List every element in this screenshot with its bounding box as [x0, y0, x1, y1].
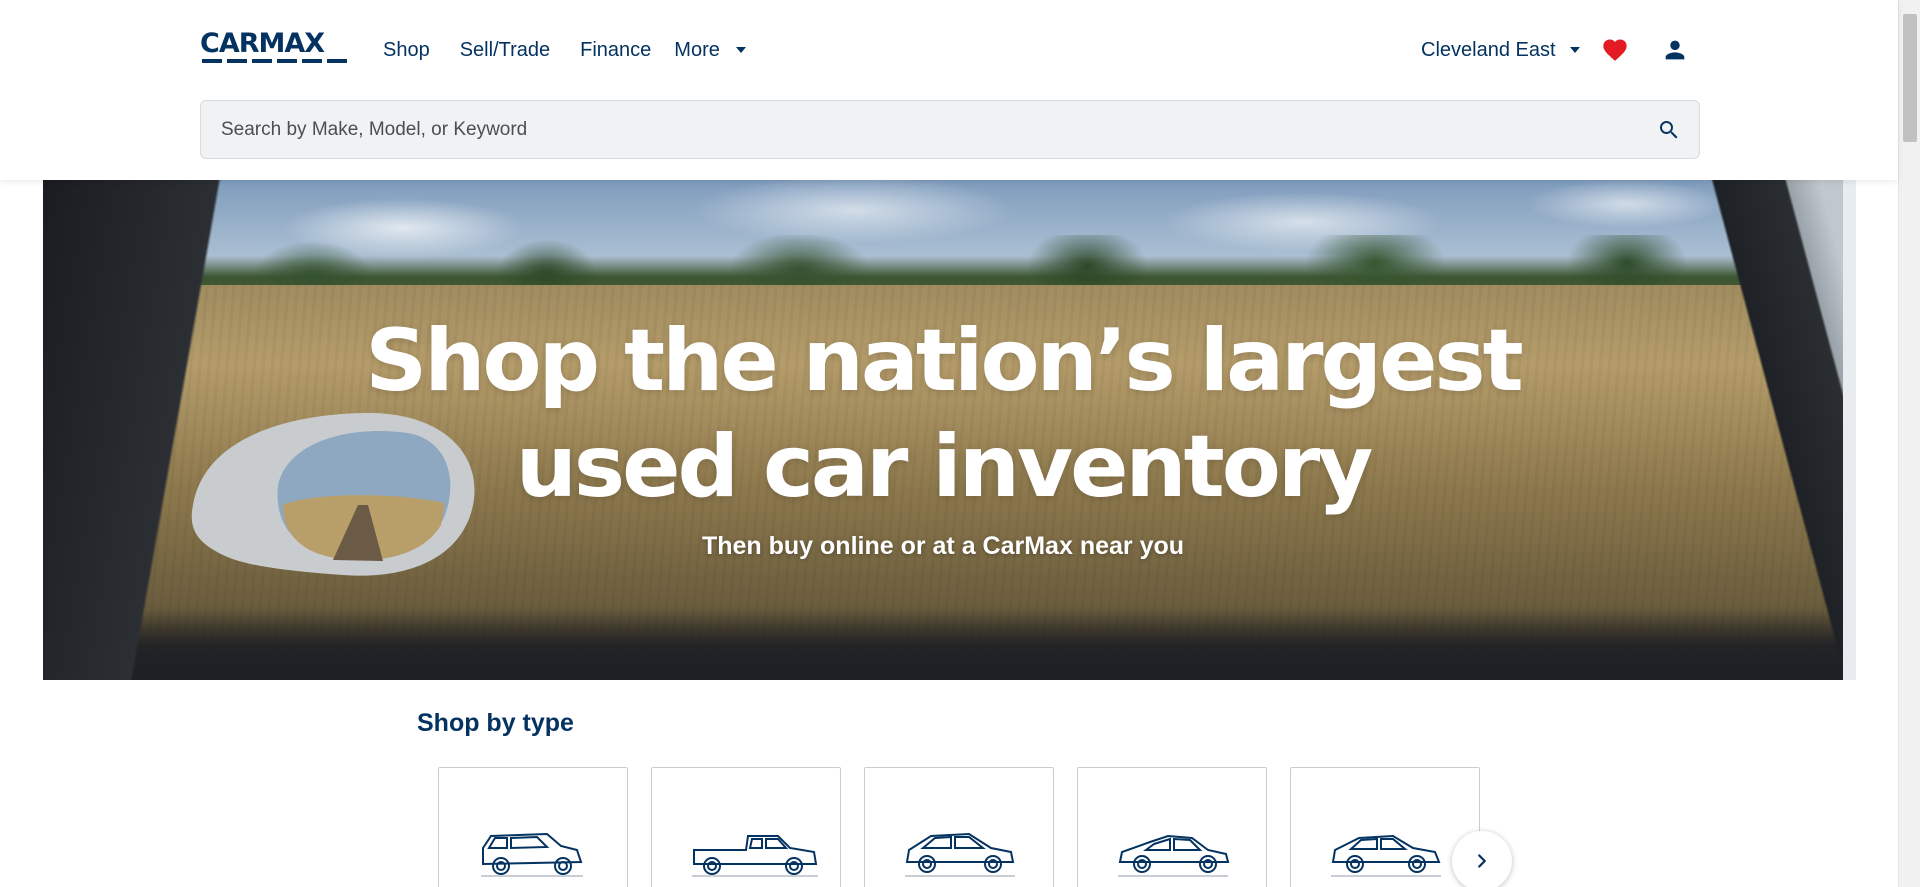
scrollbar-thumb[interactable] [1903, 14, 1917, 142]
hero-banner: Shop the nation’s largest used car inven… [43, 180, 1843, 680]
site-header: CARMAX Shop Sell/Trade Finance More Clev… [0, 0, 1898, 180]
nav-more-label: More [674, 39, 720, 61]
search-input[interactable] [221, 101, 1621, 158]
caret-down-icon [1569, 47, 1580, 53]
hero-title-line-1: Shop the nation’s largest [365, 311, 1523, 411]
store-name: Cleveland East [1421, 39, 1556, 61]
chevron-right-icon [1478, 854, 1486, 868]
hero-title-line-2: used car inventory [515, 417, 1374, 517]
vehicle-type-carousel [438, 767, 1480, 887]
type-card-sedan[interactable] [1077, 767, 1267, 887]
hatchback-icon [1331, 834, 1441, 877]
hero-title: Shop the nation’s largest used car inven… [43, 308, 1843, 520]
hero-subtitle: Then buy online or at a CarMax near you [701, 532, 1185, 560]
suv-icon [481, 832, 583, 877]
page-scrollbar[interactable] [1898, 0, 1920, 887]
truck-icon [692, 835, 818, 877]
type-card-hatchback[interactable] [1290, 767, 1480, 887]
user-icon[interactable] [1661, 36, 1689, 64]
type-card-crossover[interactable] [864, 767, 1054, 887]
main-nav: Shop Sell/Trade Finance More [383, 37, 776, 63]
logo-wordmark: CARMAX [200, 28, 325, 59]
nav-finance[interactable]: Finance [580, 37, 651, 63]
carmax-logo[interactable]: CARMAX [200, 30, 354, 64]
type-card-truck[interactable] [651, 767, 841, 887]
caret-down-icon [735, 47, 746, 53]
shop-by-type-heading: Shop by type [417, 709, 574, 737]
crossover-icon [905, 832, 1015, 877]
nav-shop[interactable]: Shop [383, 37, 430, 63]
carousel-next-button[interactable] [1452, 831, 1512, 887]
heart-icon[interactable] [1600, 36, 1630, 64]
hero-edge [1843, 180, 1856, 680]
logo-dashes [202, 59, 347, 63]
nav-sell-trade[interactable]: Sell/Trade [460, 37, 550, 63]
hero-car-door [43, 610, 1843, 680]
search-icon[interactable] [1657, 118, 1681, 142]
sedan-icon [1118, 834, 1230, 877]
search-bar [200, 100, 1700, 159]
type-card-suv[interactable] [438, 767, 628, 887]
store-selector[interactable]: Cleveland East [1421, 37, 1580, 63]
nav-more[interactable]: More [674, 37, 746, 63]
